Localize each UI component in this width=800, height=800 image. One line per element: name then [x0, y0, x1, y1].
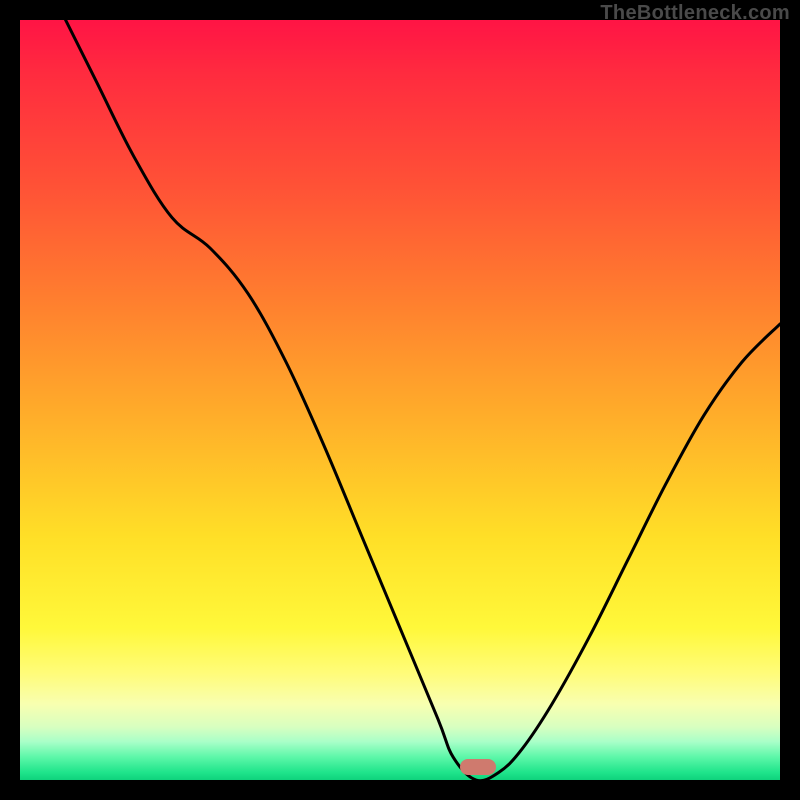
plot-area	[20, 20, 780, 780]
minimum-marker	[460, 759, 496, 775]
chart-frame: TheBottleneck.com	[0, 0, 800, 800]
bottleneck-curve	[20, 20, 780, 780]
